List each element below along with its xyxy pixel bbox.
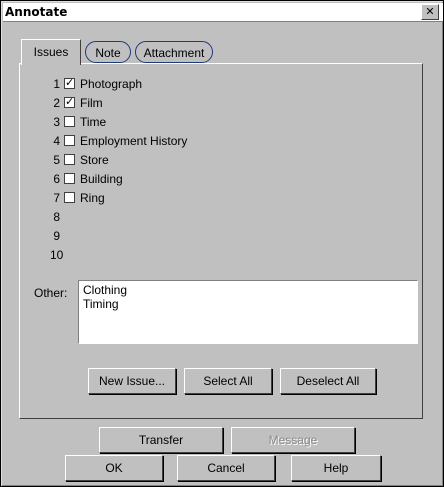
close-icon: ✕ bbox=[425, 6, 435, 18]
ok-button[interactable]: OK bbox=[65, 455, 163, 481]
window-title: Annotate bbox=[5, 5, 68, 19]
tab-issues[interactable]: Issues bbox=[21, 39, 81, 65]
new-issue-button[interactable]: New Issue... bbox=[88, 368, 176, 394]
issue-number: 1 bbox=[53, 77, 60, 91]
issue-number: 7 bbox=[53, 191, 60, 205]
tab-issues-label: Issues bbox=[33, 45, 69, 59]
issue-number: 6 bbox=[53, 172, 60, 186]
title-separator bbox=[3, 21, 443, 22]
close-button[interactable]: ✕ bbox=[421, 4, 439, 20]
issue-checkbox[interactable]: ✓ bbox=[64, 78, 75, 89]
tab-note-label: Note bbox=[95, 46, 121, 60]
tab-attachment[interactable]: Attachment bbox=[135, 41, 213, 63]
other-issues-textarea[interactable]: Clothing Timing bbox=[78, 280, 418, 344]
other-line: Timing bbox=[83, 297, 119, 311]
select-all-button[interactable]: Select All bbox=[184, 368, 272, 394]
issue-checkbox[interactable]: ✓ bbox=[64, 97, 75, 108]
title-bar: Annotate ✕ bbox=[3, 3, 443, 21]
deselect-all-button[interactable]: Deselect All bbox=[280, 368, 376, 394]
issue-checkbox[interactable] bbox=[64, 135, 75, 146]
transfer-button[interactable]: Transfer bbox=[99, 427, 223, 453]
issue-checkbox[interactable] bbox=[64, 116, 75, 127]
issue-label: Film bbox=[80, 96, 103, 110]
issue-number: 2 bbox=[53, 96, 60, 110]
issue-label: Building bbox=[80, 172, 123, 186]
issue-number: 4 bbox=[53, 134, 60, 148]
issue-checkbox[interactable] bbox=[64, 173, 75, 184]
other-line: Clothing bbox=[83, 283, 128, 297]
check-icon: ✓ bbox=[65, 96, 75, 108]
cancel-button[interactable]: Cancel bbox=[177, 455, 275, 481]
check-icon: ✓ bbox=[65, 77, 75, 89]
issue-number: 8 bbox=[53, 210, 60, 224]
issue-number: 3 bbox=[53, 115, 60, 129]
issue-label: Photograph bbox=[80, 77, 143, 91]
issue-number: 10 bbox=[50, 248, 64, 262]
tab-attachment-label: Attachment bbox=[143, 46, 205, 60]
issue-checkbox[interactable] bbox=[64, 154, 75, 165]
issue-label: Store bbox=[80, 153, 109, 167]
help-button[interactable]: Help bbox=[291, 455, 381, 481]
issue-label: Ring bbox=[80, 191, 105, 205]
issue-label: Employment History bbox=[80, 134, 188, 148]
tab-note[interactable]: Note bbox=[85, 41, 131, 63]
other-label: Other: bbox=[34, 286, 68, 300]
issue-number: 5 bbox=[53, 153, 60, 167]
annotate-dialog: Annotate ✕ Issues Note Attachment 1 ✓ Ph… bbox=[0, 0, 444, 487]
message-button[interactable]: Message bbox=[231, 427, 355, 453]
issue-checkbox[interactable] bbox=[64, 192, 75, 203]
issues-panel: 1 ✓ Photograph 2 ✓ Film 3 Time 4 Employm… bbox=[19, 63, 423, 419]
issue-label: Time bbox=[80, 115, 107, 129]
issue-number: 9 bbox=[53, 229, 60, 243]
